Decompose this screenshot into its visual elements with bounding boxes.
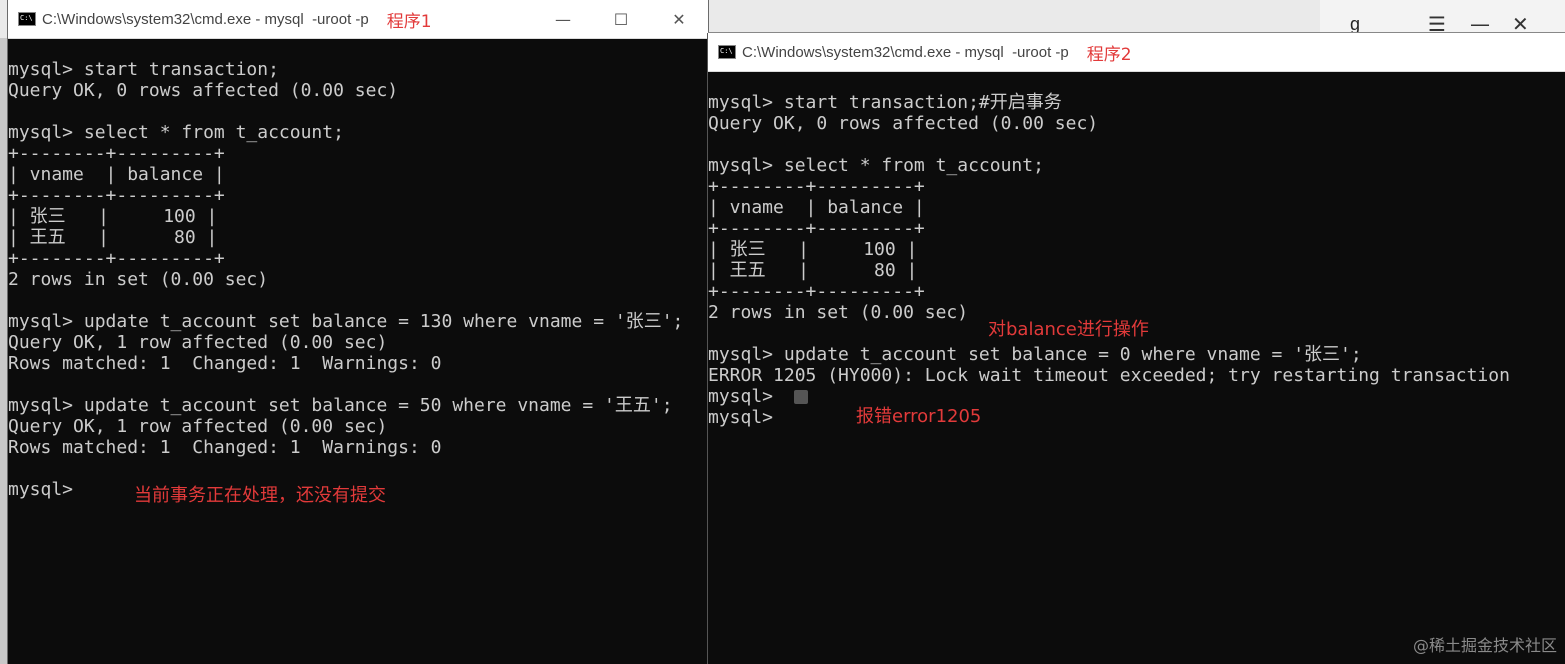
console-line: | 张三 | 100 |: [8, 206, 218, 227]
maximize-button[interactable]: ☐: [592, 0, 650, 38]
console-line: Rows matched: 1 Changed: 1 Warnings: 0: [8, 437, 442, 458]
window1-titlebar[interactable]: C:\Windows\system32\cmd.exe - mysql -uro…: [8, 0, 708, 39]
console-line: mysql> select * from t_account;: [708, 155, 1044, 176]
window2-titlebar[interactable]: C:\Windows\system32\cmd.exe - mysql -uro…: [708, 33, 1565, 72]
console-line: | vname | balance |: [708, 197, 925, 218]
window1-controls: — ☐ ✕: [534, 0, 708, 38]
console-line: | 王五 | 80 |: [708, 260, 918, 281]
minimize-button[interactable]: —: [534, 0, 592, 38]
console-output-program2[interactable]: mysql> start transaction;#开启事务 Query OK, …: [708, 71, 1510, 428]
console-line: +--------+---------+: [708, 218, 925, 239]
mouse-cursor-icon: [794, 390, 808, 404]
cmd-window-program1[interactable]: C:\Windows\system32\cmd.exe - mysql -uro…: [8, 0, 708, 664]
watermark: @稀土掘金技术社区: [1412, 636, 1557, 655]
cmd-window-program2[interactable]: C:\Windows\system32\cmd.exe - mysql -uro…: [708, 33, 1565, 664]
console-line: mysql> update t_account set balance = 0 …: [708, 344, 1362, 365]
console-line: +--------+---------+: [8, 248, 225, 269]
console-line: +--------+---------+: [708, 176, 925, 197]
console-line: Query OK, 0 rows affected (0.00 sec): [708, 113, 1099, 134]
console-line: mysql>: [708, 386, 774, 407]
close-button[interactable]: ✕: [650, 0, 708, 38]
annotation-transaction-pending: 当前事务正在处理，还没有提交: [134, 485, 386, 506]
console-line: Rows matched: 1 Changed: 1 Warnings: 0: [8, 353, 442, 374]
desktop: g_ ☰ — ✕ C:\Windows\system32\cmd.exe - m…: [0, 0, 1565, 664]
console-line: mysql> update t_account set balance = 13…: [8, 311, 684, 332]
console-line: Query OK, 1 row affected (0.00 sec): [8, 332, 388, 353]
console-line: | 张三 | 100 |: [708, 239, 918, 260]
console-line: mysql> select * from t_account;: [8, 122, 344, 143]
console-line: mysql> update t_account set balance = 50…: [8, 395, 673, 416]
console-line: 2 rows in set (0.00 sec): [8, 269, 269, 290]
window1-title: C:\Windows\system32\cmd.exe - mysql -uro…: [42, 10, 369, 28]
console-line: | 王五 | 80 |: [8, 227, 218, 248]
annotation-error-1205: 报错error1205: [856, 406, 982, 427]
console-line: | vname | balance |: [8, 164, 225, 185]
console-line: +--------+---------+: [8, 143, 225, 164]
cmd-app-icon: [18, 12, 36, 26]
console-line: +--------+---------+: [708, 281, 925, 302]
console-line: mysql>: [708, 407, 774, 428]
console-line: +--------+---------+: [8, 185, 225, 206]
console-line: Query OK, 1 row affected (0.00 sec): [8, 416, 388, 437]
window2-program-label: 程序2: [1086, 44, 1132, 65]
console-line: Query OK, 0 rows affected (0.00 sec): [8, 80, 399, 101]
annotation-balance-operation: 对balance进行操作: [988, 319, 1149, 340]
background-window-edge: [0, 38, 8, 664]
console-output-program1[interactable]: mysql> start transaction; Query OK, 0 row…: [8, 38, 683, 500]
console-line: mysql> start transaction;#开启事务: [708, 92, 1062, 113]
cmd-app-icon: [718, 45, 736, 59]
window2-title: C:\Windows\system32\cmd.exe - mysql -uro…: [742, 43, 1069, 61]
background-window-title-fragment: g_: [1350, 14, 1371, 34]
console-line: ERROR 1205 (HY000): Lock wait timeout ex…: [708, 365, 1510, 386]
window1-program-label: 程序1: [386, 11, 432, 32]
console-line: mysql> start transaction;: [8, 59, 279, 80]
